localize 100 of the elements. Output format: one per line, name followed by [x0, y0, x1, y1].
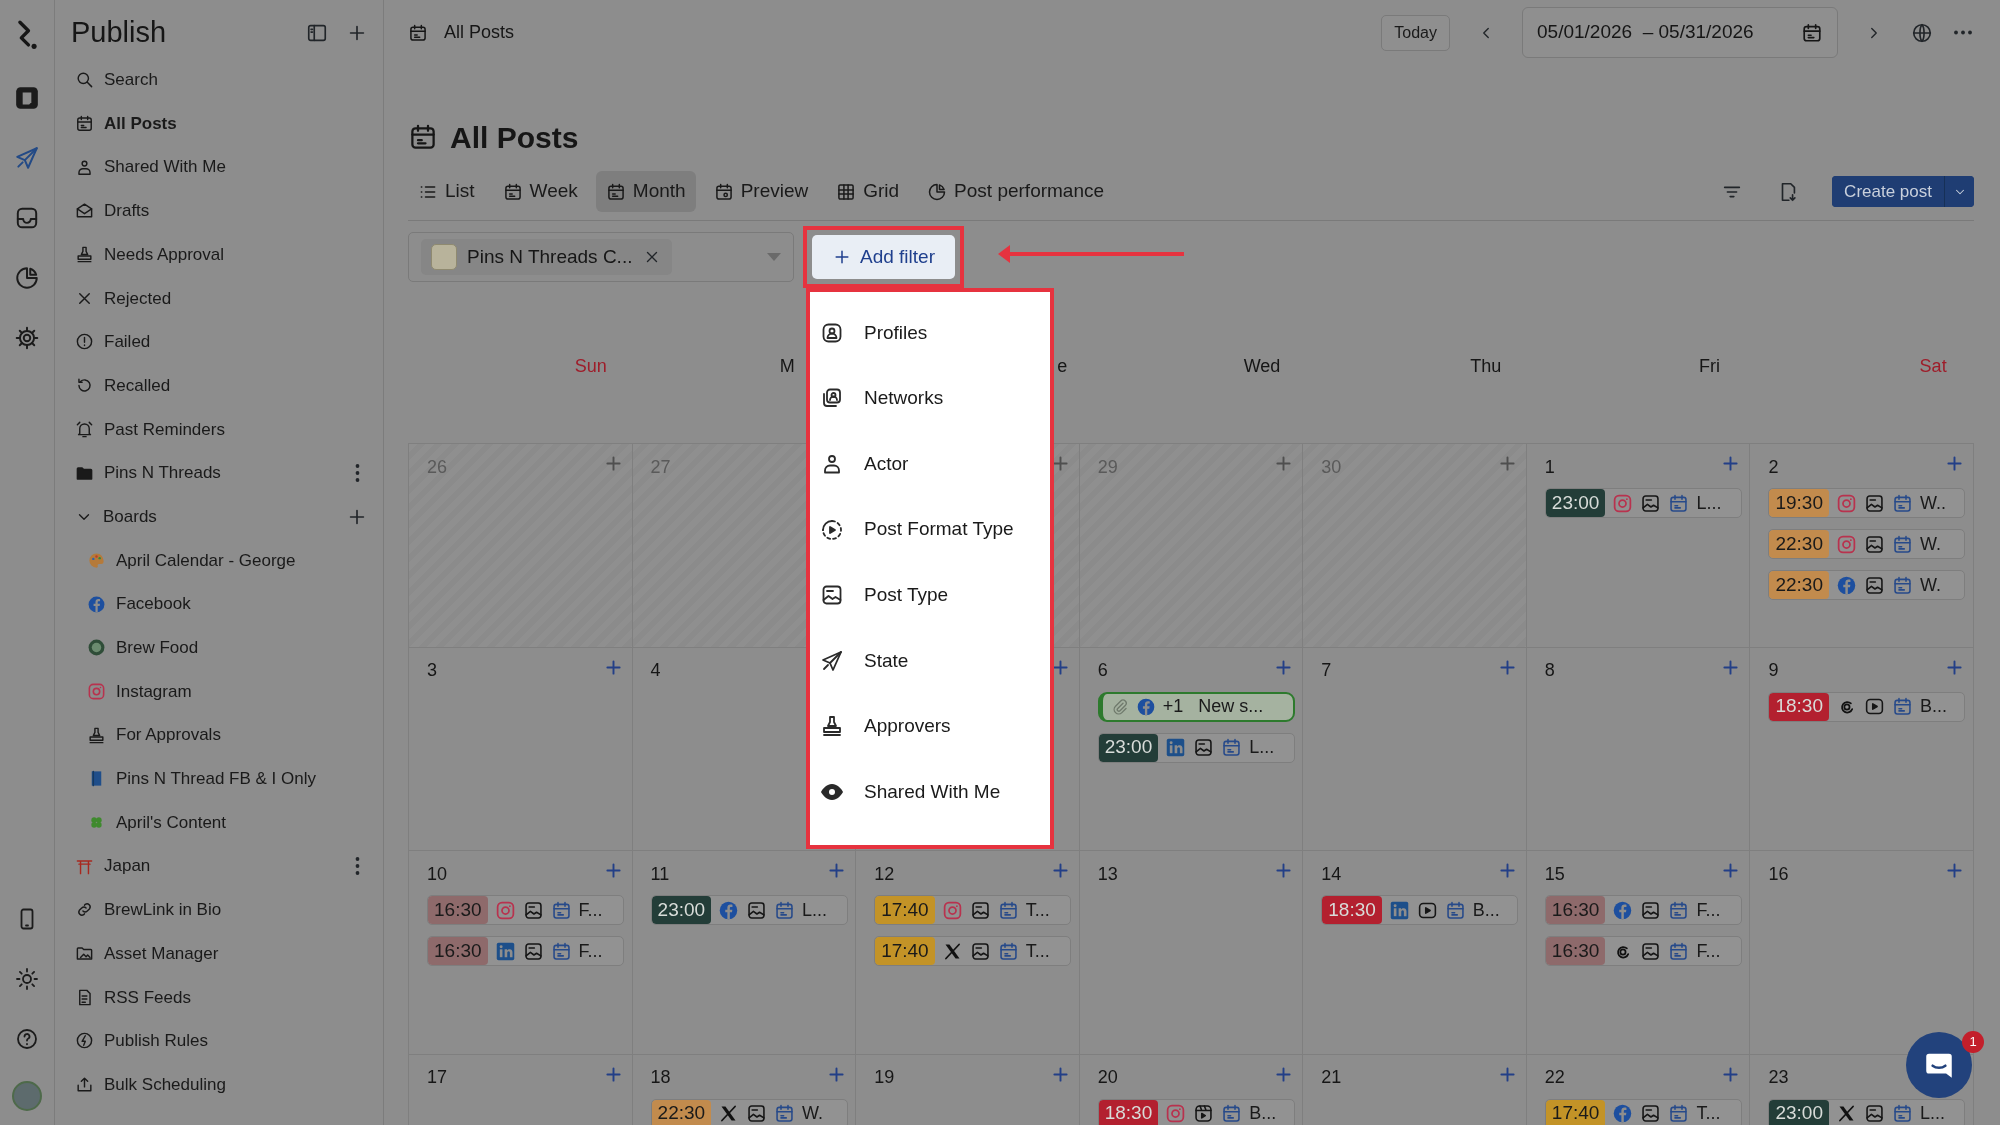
board-item[interactable]: April Calendar - George	[71, 538, 369, 583]
video-icon	[1863, 696, 1885, 717]
scheduled-post[interactable]: 23:00 L...	[1544, 488, 1742, 518]
notification-count: 1	[1962, 1031, 1984, 1053]
sidebar-item[interactable]: Search	[71, 58, 369, 102]
sidebar-item[interactable]: Pins N Threads	[71, 451, 354, 495]
more-button[interactable]	[354, 855, 361, 878]
calendar-icon	[550, 940, 572, 962]
sidebar-item[interactable]: Bulk Scheduling	[71, 1062, 369, 1107]
image-icon	[969, 940, 991, 962]
day-number: 2	[1768, 455, 1779, 479]
person-icon	[75, 157, 94, 177]
sidebar-item[interactable]: Needs Approval	[71, 232, 369, 277]
day-number: 19	[874, 1066, 895, 1089]
board-item[interactable]: Instagram	[71, 669, 369, 714]
view-tab[interactable]: List	[408, 171, 485, 212]
avatar[interactable]	[12, 1081, 42, 1111]
instagram-icon	[494, 899, 516, 921]
facebook-icon	[1135, 696, 1156, 717]
scheduled-post[interactable]: 16:30 F...	[1544, 895, 1742, 925]
profile-select[interactable]: Pins N Threads C...	[408, 232, 794, 282]
scheduled-post[interactable]: 16:30 F...	[427, 895, 624, 925]
settings-icon	[14, 325, 40, 351]
instagram-icon	[1165, 1103, 1187, 1124]
more-button[interactable]	[1952, 29, 1974, 36]
calendar-icon	[605, 181, 626, 202]
view-tab[interactable]: Grid	[826, 171, 910, 212]
board-item[interactable]: For Approvals	[71, 713, 369, 757]
date-range-field[interactable]: 05/01/2026 – 05/31/2026	[1522, 7, 1838, 58]
board-item[interactable]: Brew Food	[71, 625, 369, 670]
sidebar-item[interactable]: Shared With Me	[71, 145, 369, 190]
calendar-icon	[408, 22, 428, 43]
post-title: T...	[1025, 939, 1050, 963]
scheduled-post[interactable]: 23:00 L...	[1097, 732, 1295, 763]
sidebar-item[interactable]: Drafts	[71, 189, 369, 233]
scheduled-post[interactable]: 18:30 B...	[1768, 691, 1966, 722]
day-number: 16	[1768, 862, 1789, 886]
day-number: 8	[1544, 659, 1555, 682]
weekday-label: Fri	[1698, 355, 1720, 376]
sidebar-item[interactable]: Rejected	[71, 276, 369, 321]
board-item[interactable]: Facebook	[71, 582, 369, 626]
breadcrumb: All Posts	[444, 21, 515, 44]
sidebar-item[interactable]: Japan	[71, 844, 354, 889]
sidebar-item[interactable]: Failed	[71, 320, 369, 364]
image-icon	[746, 899, 768, 921]
scheduled-post[interactable]: 22:30 W.	[1768, 570, 1966, 600]
scheduled-post[interactable]: 16:30 F...	[427, 936, 624, 966]
scheduled-post[interactable]: 18:30 B...	[1321, 895, 1519, 925]
scheduled-post[interactable]: 17:40 T...	[874, 936, 1072, 966]
weekday-label: Wed	[1243, 355, 1281, 376]
post-title: W.	[802, 1102, 824, 1125]
image-icon	[1863, 574, 1885, 596]
time-badge: 17:40	[1545, 1099, 1606, 1125]
time-badge: 18:30	[1098, 1099, 1159, 1125]
draft-post[interactable]: +1 New s...	[1097, 691, 1295, 722]
view-tab[interactable]: Week	[492, 171, 588, 212]
envelope-icon	[75, 201, 94, 221]
view-tab[interactable]: Month	[595, 171, 696, 212]
scheduled-post[interactable]: 22:30 W.	[650, 1098, 848, 1125]
time-badge: 17:40	[875, 896, 935, 924]
scheduled-post[interactable]: 22:30 W.	[1768, 529, 1966, 559]
scheduled-post[interactable]: 23:00 L...	[1768, 1098, 1966, 1125]
calendar-icon	[774, 1103, 796, 1124]
today-button[interactable]: Today	[1381, 14, 1450, 51]
instagram-icon	[1835, 533, 1857, 555]
sidebar-item[interactable]: Recalled	[71, 363, 369, 408]
create-options-button[interactable]	[1944, 176, 1974, 207]
calendar-eye-icon	[713, 181, 734, 202]
time-badge: 23:00	[651, 896, 712, 924]
paper-plane-icon	[820, 648, 844, 673]
board-item[interactable]: April's Content	[71, 800, 369, 845]
calendar-icon	[1668, 492, 1690, 514]
board-item[interactable]: Pins N Thread FB & I Only	[71, 757, 369, 801]
scheduled-post[interactable]: 23:00 L...	[650, 895, 848, 925]
calendar-icon	[1891, 696, 1913, 717]
calendar-icon	[1444, 899, 1466, 921]
pie-chart-icon	[927, 181, 948, 202]
sidebar-item[interactable]: Past Reminders	[71, 407, 369, 452]
day-number: 21	[1321, 1066, 1342, 1089]
view-tab[interactable]: Post performance	[917, 171, 1115, 212]
scheduled-post[interactable]: 16:30 F...	[1544, 936, 1742, 966]
scheduled-post[interactable]: 18:30 B...	[1097, 1098, 1295, 1125]
day-number: 13	[1097, 862, 1118, 886]
weekday-label: Sun	[574, 355, 607, 376]
sidebar-item[interactable]: RSS Feeds	[71, 975, 369, 1020]
scheduled-post[interactable]: 17:40 T...	[1544, 1098, 1742, 1125]
sidebar-item[interactable]: Asset Manager	[71, 931, 369, 976]
scheduled-post[interactable]: 17:40 T...	[874, 895, 1072, 925]
add-filter-button[interactable]: Add filter	[812, 234, 955, 280]
calendar-icon	[1221, 737, 1243, 758]
view-tab[interactable]: Preview	[703, 171, 819, 212]
linkedin-icon	[494, 940, 516, 962]
sidebar-item[interactable]: All Posts	[71, 101, 369, 146]
sidebar-item[interactable]: Publish Rules	[71, 1019, 369, 1063]
post-title: F...	[1696, 898, 1721, 922]
more-button[interactable]	[354, 462, 361, 485]
sidebar-item[interactable]: Boards	[71, 494, 345, 539]
scheduled-post[interactable]: 19:30 W..	[1768, 488, 1966, 518]
exclamation-circle-icon	[75, 332, 94, 352]
sidebar-item[interactable]: BrewLink in Bio	[71, 888, 369, 932]
